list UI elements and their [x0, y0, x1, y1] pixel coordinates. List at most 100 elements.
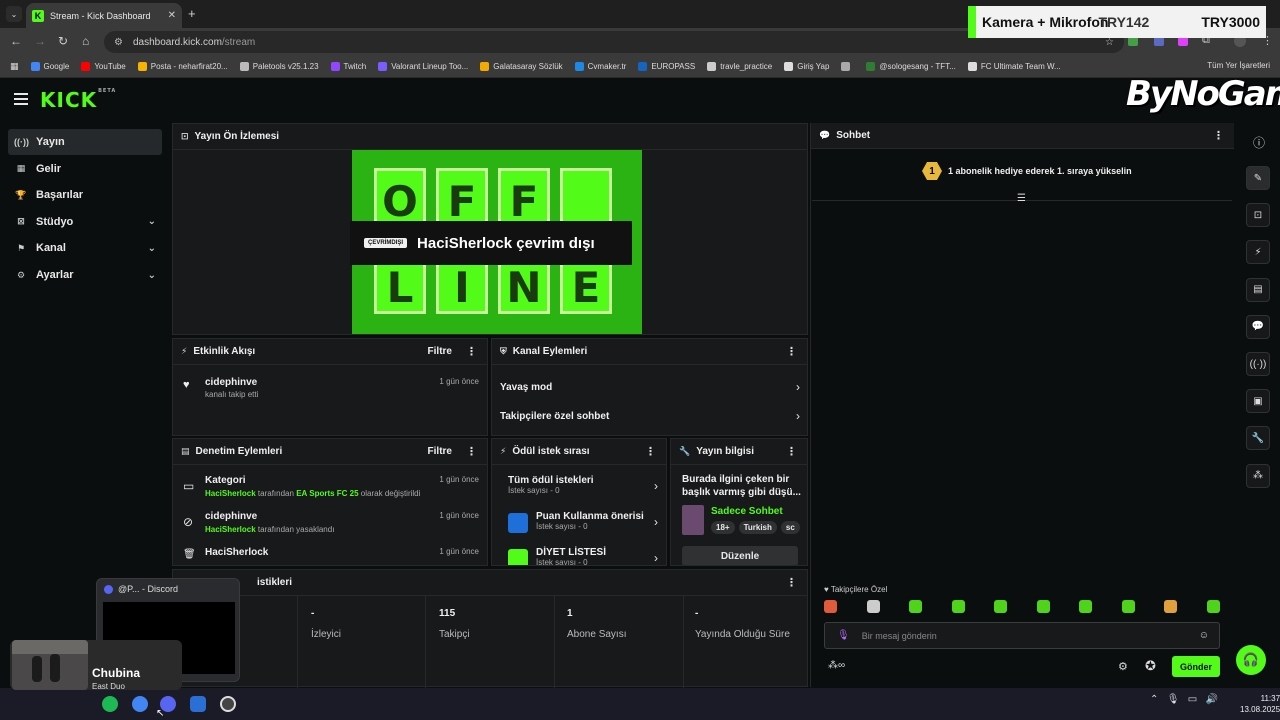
moderation-item-title[interactable]: cidephinve [205, 511, 257, 522]
chat-settings-icon[interactable]: ⚙ [1118, 660, 1128, 673]
bookmark-item[interactable]: travle_practice [707, 62, 772, 71]
sidebar-item-label: Kanal [36, 242, 66, 255]
pencil-icon[interactable]: ✎ [1246, 166, 1270, 190]
bookmark-item[interactable] [841, 62, 854, 71]
tag[interactable]: Turkish [738, 521, 777, 534]
bookmark-item[interactable]: Posta - neharfirat20... [137, 62, 228, 71]
system-tray[interactable]: ⌃ 🎙 ▭ 🔊 [1150, 694, 1218, 705]
reward-item[interactable]: Puan Kullanma önerisi İstek sayısı - 0 › [508, 511, 658, 537]
chat-bubble-icon[interactable]: 💬 [1246, 314, 1270, 339]
emote-icon[interactable] [1206, 600, 1220, 613]
sidebar-item-yayin[interactable]: ((·)) Yayın [8, 129, 162, 155]
back-button[interactable]: ← [10, 34, 22, 48]
bookmark-item[interactable]: Giriş Yap [784, 62, 829, 71]
info-icon[interactable]: ⓘ [1253, 134, 1265, 151]
sidebar-item-studyo[interactable]: ⊠ Stüdyo ⌄ [8, 209, 162, 235]
activity-more-icon[interactable]: ⋮ [466, 345, 477, 358]
wrench-icon[interactable]: 🔧 [1246, 426, 1270, 451]
emote-icon[interactable] [1164, 600, 1178, 613]
emote-icon[interactable] [824, 600, 837, 613]
sidebar-item-ayarlar[interactable]: ⚙ Ayarlar ⌄ [8, 262, 162, 288]
sidebar-item-gelir[interactable]: ▦ Gelir [8, 156, 162, 182]
sidebar-item-basarilar[interactable]: 🏆 Başarılar [8, 182, 162, 208]
focus-icon[interactable]: ⊡ [1246, 203, 1270, 228]
bookmark-item[interactable]: Valorant Lineup Too... [378, 62, 468, 71]
followers-only-row[interactable]: Takipçilere özel sohbet › [500, 408, 800, 424]
slow-mode-row[interactable]: Yavaş mod › [500, 379, 800, 395]
new-tab-button[interactable]: + [188, 6, 196, 21]
gift-sub-banner[interactable]: 1 1 abonelik hediye ederek 1. sıraya yük… [922, 161, 1132, 181]
bookmark-item[interactable]: Google [30, 62, 69, 71]
emote-icon[interactable] [1036, 600, 1050, 613]
media-song-title: Chubina [92, 666, 140, 680]
bookmark-item[interactable]: Paletools v25.1.23 [239, 62, 319, 71]
reward-item-all[interactable]: Tüm ödül istekleri İstek sayısı - 0 › [508, 475, 658, 501]
emote-icon[interactable] [866, 600, 880, 613]
chrome-icon[interactable] [132, 696, 148, 712]
stream-info-more-icon[interactable]: ⋮ [786, 445, 797, 458]
tab-close-icon[interactable]: ✕ [168, 10, 176, 21]
emote-icon[interactable] [1079, 600, 1093, 613]
microphone-icon[interactable]: 🎙 [837, 630, 850, 641]
bookmark-item[interactable]: FC Ultimate Team W... [967, 62, 1061, 71]
spotify-icon[interactable] [102, 696, 118, 712]
kick-logo[interactable]: KICKBETA [40, 88, 116, 112]
taskbar-clock[interactable]: 11:37 13.08.2025 [1240, 693, 1280, 715]
activity-filter-button[interactable]: Filtre [428, 346, 452, 357]
bookmark-item[interactable]: Galatasaray Sözlük [480, 62, 563, 71]
category-link[interactable]: Sadece Sohbet [711, 506, 783, 517]
bookmark-item[interactable]: @sologesang - TFT... [866, 62, 956, 71]
apps-grid-icon[interactable]: ▦ [10, 61, 19, 72]
bookmark-item[interactable]: Twitch [330, 62, 366, 71]
watermark-logo: ByNoGame [1126, 74, 1280, 114]
emote-icon[interactable] [909, 600, 923, 613]
bookmark-favicon-icon [967, 62, 977, 71]
sidebar-item-kanal[interactable]: ⚑ Kanal ⌄ [8, 235, 162, 261]
channel-actions-more-icon[interactable]: ⋮ [786, 345, 797, 358]
obs-icon[interactable] [220, 696, 236, 712]
reward-item[interactable]: DİYET LİSTESİ İstek sayısı - 0 › [508, 547, 658, 565]
bookmark-label: Paletools v25.1.23 [252, 62, 319, 71]
chat-more-icon[interactable]: ⋮ [1213, 129, 1224, 142]
tab-search-button[interactable]: ⌄ [6, 6, 22, 22]
emote-icon[interactable] [1121, 600, 1135, 613]
moderation-item-time: 1 gün önce [439, 547, 479, 556]
chat-points-icon[interactable]: ⁂∞ [828, 660, 845, 671]
document-icon[interactable]: ▤ [1246, 277, 1270, 302]
all-bookmarks-link[interactable]: Tüm Yer İşaretleri [1207, 61, 1270, 70]
send-message-button[interactable]: Gönder [1172, 656, 1220, 677]
bookmark-item[interactable]: Cvmaker.tr [574, 62, 626, 71]
emote-icon[interactable] [994, 600, 1008, 613]
emoji-icon[interactable]: ☺ [1199, 630, 1209, 641]
reward-queue-more-icon[interactable]: ⋮ [645, 445, 656, 458]
bolt-icon[interactable]: ⚡ [1246, 240, 1270, 265]
bookmark-item[interactable]: EUROPASS [638, 62, 695, 71]
stream-stats-more-icon[interactable]: ⋮ [786, 576, 797, 589]
chat-rewards-icon[interactable]: ✪ [1145, 658, 1156, 674]
support-headset-icon[interactable]: 🎧 [1236, 645, 1266, 675]
moderation-item-title[interactable]: HaciSherlock [205, 547, 268, 558]
bookmark-star-icon[interactable]: ☆ [1105, 37, 1114, 48]
tag[interactable]: sc [780, 521, 800, 534]
video-icon[interactable]: ▣ [1246, 389, 1270, 414]
home-button[interactable]: ⌂ [82, 34, 89, 48]
reload-button[interactable]: ↻ [58, 34, 68, 48]
site-info-icon[interactable]: ⚙ [114, 37, 123, 48]
browser-tab[interactable]: K Stream - Kick Dashboard ✕ [26, 3, 182, 28]
broadcast-icon[interactable]: ((·)) [1246, 352, 1270, 376]
moderation-filter-button[interactable]: Filtre [428, 446, 452, 457]
stat-viewers: - İzleyici [311, 608, 342, 640]
activity-user[interactable]: cidephinve [205, 377, 257, 388]
moderation-more-icon[interactable]: ⋮ [466, 445, 477, 458]
apps-icon[interactable]: ⁂ [1246, 463, 1270, 488]
app-icon[interactable] [190, 696, 206, 712]
bookmark-favicon-icon [638, 62, 648, 71]
emote-icon[interactable] [951, 600, 965, 613]
forward-button[interactable]: → [34, 34, 46, 48]
pinned-message-icon[interactable]: ☰ [1017, 193, 1026, 204]
tag[interactable]: 18+ [711, 521, 735, 534]
menu-hamburger-icon[interactable] [14, 93, 28, 105]
bookmark-item[interactable]: YouTube [81, 62, 126, 71]
edit-stream-info-button[interactable]: Düzenle [682, 546, 798, 565]
chat-message-input[interactable]: 🎙 Bir mesaj gönderin ☺ [824, 622, 1220, 649]
